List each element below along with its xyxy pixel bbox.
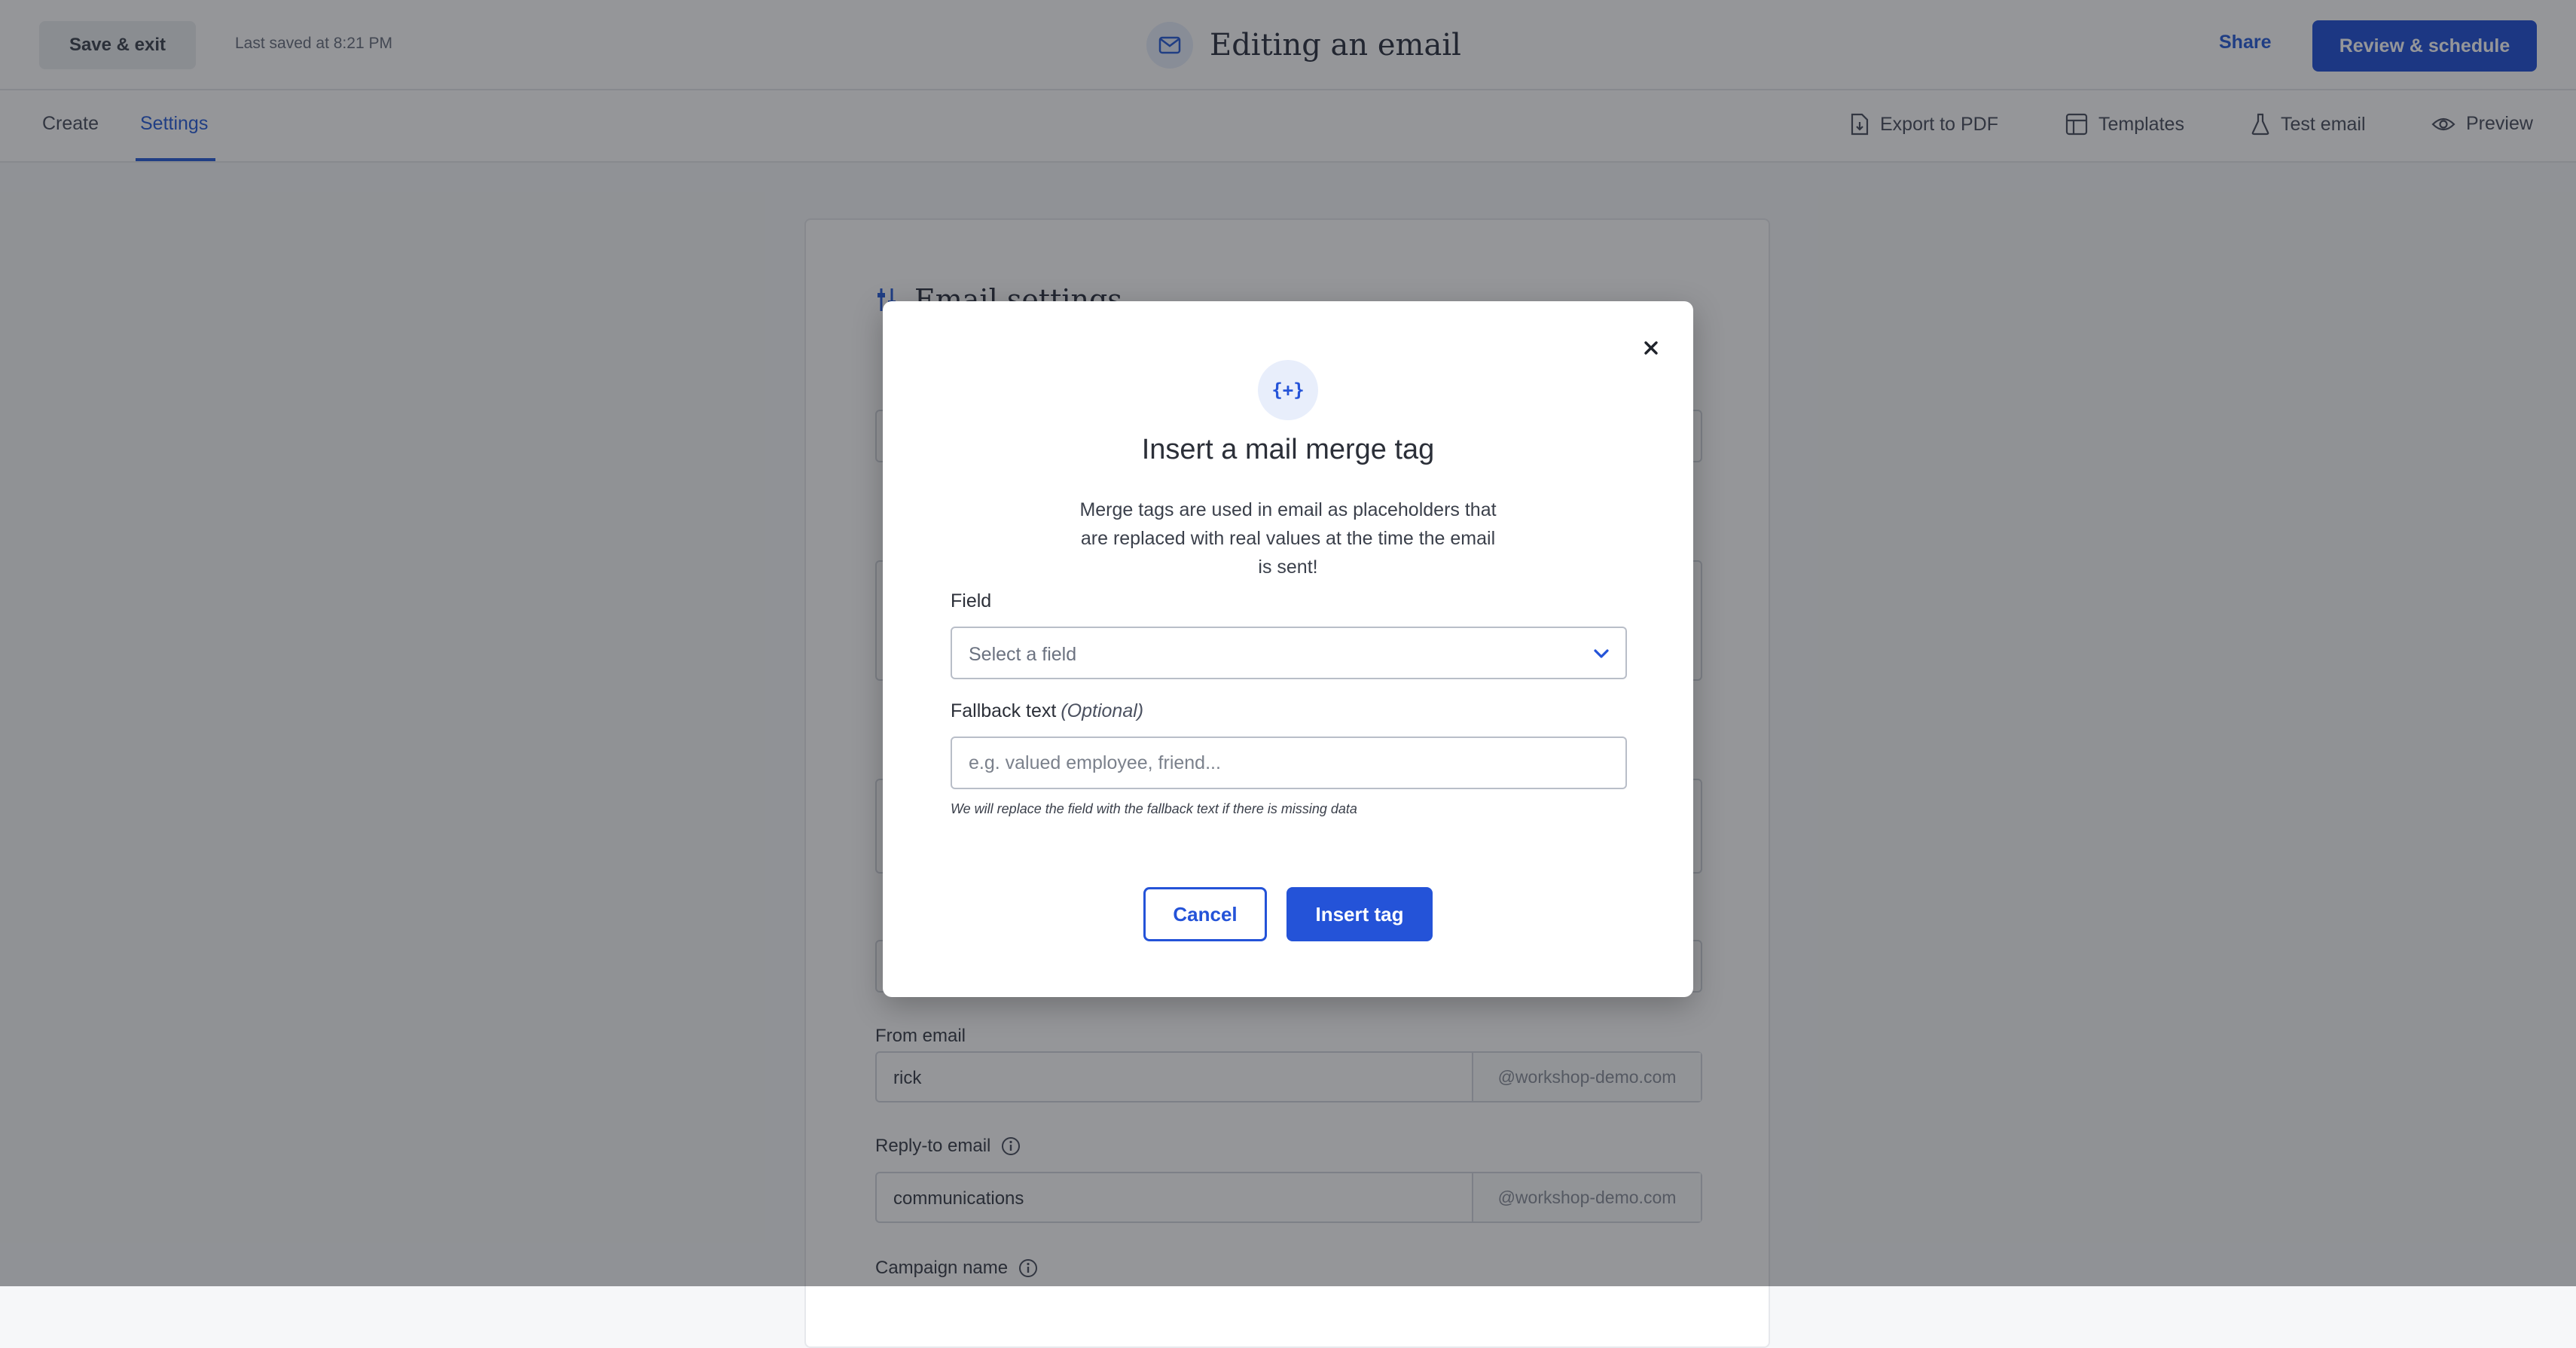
close-button[interactable] xyxy=(1631,328,1671,367)
fallback-hint: We will replace the field with the fallb… xyxy=(951,801,1357,816)
fallback-optional-label: (Optional) xyxy=(1061,700,1144,721)
insert-tag-button[interactable]: Insert tag xyxy=(1286,887,1433,941)
page: Save & exit Last saved at 8:21 PM Editin… xyxy=(0,0,2576,1348)
modal-title: Insert a mail merge tag xyxy=(1141,434,1435,465)
fallback-label-group: Fallback text (Optional) xyxy=(951,700,1143,722)
close-icon xyxy=(1644,341,1658,355)
cancel-button[interactable]: Cancel xyxy=(1143,887,1267,941)
modal-description: Merge tags are used in email as placehol… xyxy=(1079,499,1497,578)
field-select[interactable]: Select a field xyxy=(951,627,1627,679)
fallback-text-input[interactable] xyxy=(951,737,1627,789)
merge-tag-icon: {+} xyxy=(1258,360,1318,420)
insert-merge-tag-modal: {+} Insert a mail merge tag Merge tags a… xyxy=(883,301,1693,997)
chevron-down-icon xyxy=(1594,649,1609,658)
field-select-placeholder: Select a field xyxy=(969,644,1077,665)
fallback-label: Fallback text xyxy=(951,700,1057,721)
field-label: Field xyxy=(951,590,992,611)
